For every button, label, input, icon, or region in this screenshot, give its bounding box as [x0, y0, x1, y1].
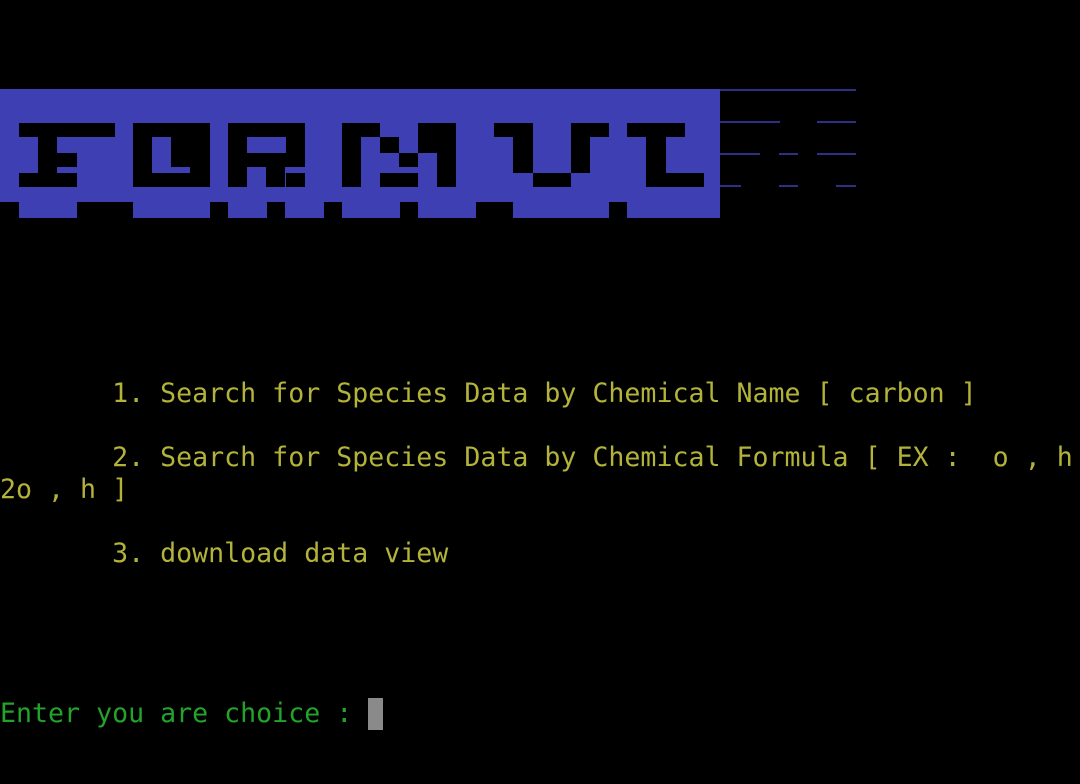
banner-block: [19, 202, 77, 218]
menu-item-search-by-formula: 2. Search for Species Data by Chemical F…: [0, 442, 1073, 473]
letter-o: [133, 123, 210, 187]
menu-item-download-data-view: 3. download data view: [0, 538, 449, 569]
banner-block: [513, 202, 609, 218]
banner-block: [342, 202, 400, 218]
terminal-window[interactable]: 1. Search for Species Data by Chemical N…: [0, 0, 1080, 784]
input-prompt[interactable]: Enter you are choice :: [0, 698, 384, 730]
banner-art: [0, 89, 856, 218]
banner-block: [133, 202, 210, 218]
banner-block: [228, 202, 267, 218]
banner-block: [627, 202, 720, 218]
menu-item-search-by-name: 1. Search for Species Data by Chemical N…: [0, 378, 977, 409]
letter-r: [228, 123, 305, 187]
banner-block: [285, 202, 324, 218]
text-cursor[interactable]: [368, 698, 384, 730]
prompt-label: Enter you are choice :: [0, 698, 369, 729]
letter-a-partial: [720, 89, 856, 187]
formula-banner-logo: [0, 89, 860, 219]
menu-item-search-by-formula-wrap: 2o , h ]: [0, 474, 129, 505]
banner-block: [418, 202, 476, 218]
